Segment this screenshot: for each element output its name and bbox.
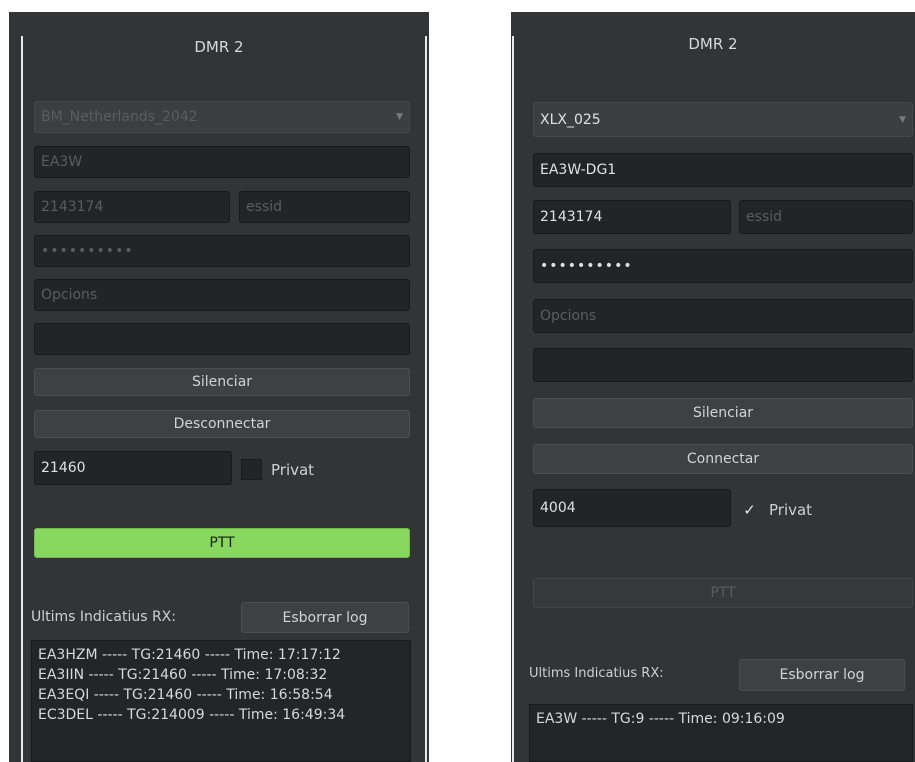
callsign-value: EA3W-DG1 [540,162,617,178]
checkmark-icon: ✓ [743,500,756,519]
log-entry: EA3HZM ----- TG:21460 ----- Time: 17:17:… [38,647,341,663]
log-list: EA3HZM ----- TG:21460 ----- Time: 17:17:… [31,640,411,762]
log-label: Ultims Indicatius RX: [529,666,664,681]
mute-button[interactable]: Silenciar [533,398,913,428]
panel-left-border [21,36,23,762]
log-label: Ultims Indicatius RX: [31,609,176,625]
checkbox-box[interactable]: ✓ [739,499,760,520]
log-entry: EA3W ----- TG:9 ----- Time: 09:16:09 [536,711,785,727]
options-placeholder: Opcions [41,287,98,303]
essid-field[interactable]: essid [739,200,913,234]
server-select-value: BM_Netherlands_2042 [41,109,198,125]
password-field[interactable]: •••••••••• [533,249,913,283]
password-value: •••••••••• [540,258,633,274]
private-label: Privat [271,460,315,479]
id-field[interactable]: 2143174 [533,200,731,234]
id-value: 2143174 [41,199,104,215]
panel-title: DMR 2 [194,38,244,56]
log-list: EA3W ----- TG:9 ----- Time: 09:16:09 [529,704,913,762]
disconnect-button[interactable]: Desconnectar [34,410,410,438]
id-field[interactable]: 2143174 [34,191,230,223]
extra-field[interactable] [533,348,913,382]
talkgroup-value: 21460 [41,460,86,476]
talkgroup-field[interactable]: 4004 [533,489,731,527]
id-value: 2143174 [540,209,603,225]
extra-field[interactable] [34,323,410,355]
server-select[interactable]: BM_Netherlands_2042 ▼ [34,101,410,133]
talkgroup-value: 4004 [540,500,576,516]
private-checkbox[interactable]: ✓ Privat [739,499,812,520]
panel-right-border [425,36,427,762]
panel-left-border [512,36,514,762]
clear-log-button[interactable]: Esborrar log [739,659,905,691]
private-checkbox[interactable]: Privat [241,459,314,480]
private-label: Privat [769,500,813,519]
talkgroup-field[interactable]: 21460 [34,451,232,485]
options-placeholder: Opcions [540,308,597,324]
options-field[interactable]: Opcions [34,279,410,311]
chevron-down-icon: ▼ [899,114,906,125]
connect-button[interactable]: Connectar [533,444,913,474]
callsign-value: EA3W [41,154,83,170]
server-select[interactable]: XLX_025 ▼ [533,102,913,137]
callsign-field[interactable]: EA3W [34,146,410,178]
log-entry: EC3DEL ----- TG:214009 ----- Time: 16:49… [38,707,346,723]
callsign-field[interactable]: EA3W-DG1 [533,153,913,187]
ptt-button[interactable]: PTT [533,578,913,608]
essid-placeholder: essid [246,199,282,215]
log-entry: EA3IIN ----- TG:21460 ----- Time: 17:08:… [38,667,328,683]
essid-field[interactable]: essid [239,191,410,223]
panel-title: DMR 2 [688,35,738,53]
ptt-button[interactable]: PTT [34,528,410,558]
server-select-value: XLX_025 [540,111,601,128]
clear-log-button[interactable]: Esborrar log [241,602,409,633]
chevron-down-icon: ▼ [396,112,403,122]
options-field[interactable]: Opcions [533,299,913,333]
checkbox-box[interactable] [241,459,262,480]
dmr-panel-left: DMR 2 BM_Netherlands_2042 ▼ EA3W 2143174… [9,12,429,762]
log-entry: EA3EQI ----- TG:21460 ----- Time: 16:58:… [38,687,333,703]
mute-button[interactable]: Silenciar [34,368,410,396]
dmr-panel-right: DMR 2 XLX_025 ▼ EA3W-DG1 2143174 essid •… [511,12,915,762]
essid-placeholder: essid [746,209,782,225]
password-field[interactable]: •••••••••• [34,235,410,267]
password-value: •••••••••• [41,243,134,259]
